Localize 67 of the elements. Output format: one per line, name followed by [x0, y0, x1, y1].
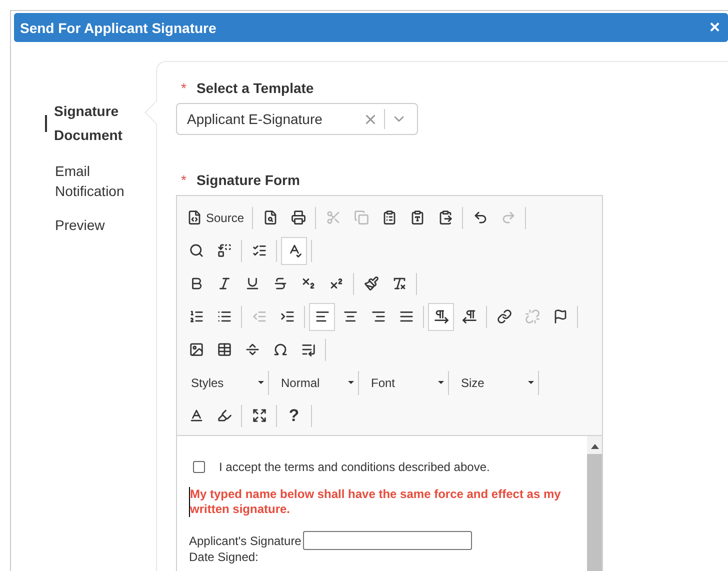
format-dropdown[interactable]: Normal	[273, 370, 359, 394]
superscript-icon	[328, 276, 344, 291]
template-select[interactable]: Applicant E-Signature	[176, 103, 418, 135]
step-tab[interactable]: Email Notification	[14, 161, 144, 201]
align-justify-icon	[398, 309, 414, 324]
replace-icon	[216, 243, 232, 258]
help-button[interactable]: ?	[281, 402, 307, 430]
step-tab[interactable]: Preview	[14, 215, 144, 235]
close-button[interactable]: ×	[709, 17, 720, 38]
source-button[interactable]: Source	[183, 204, 248, 232]
paste-text-icon	[410, 210, 425, 225]
image-icon	[188, 342, 204, 357]
expand-icon	[252, 408, 266, 423]
pilcrow-right-icon	[434, 309, 448, 324]
paintbrush-icon	[364, 276, 378, 291]
unlink-icon	[524, 309, 540, 324]
print-icon	[290, 210, 306, 225]
link-icon	[496, 309, 512, 324]
notice-text: My typed name below shall have the same force and effect as my written signature.	[189, 487, 575, 517]
format-dropdown[interactable]: Font	[363, 370, 449, 394]
pilcrow-left-icon	[462, 309, 476, 324]
highlight-icon	[216, 408, 232, 423]
text-color-icon	[188, 408, 204, 423]
copy-icon	[354, 210, 369, 225]
required-mark: *	[181, 172, 186, 188]
indent-icon	[280, 309, 294, 324]
active-indicator	[45, 115, 47, 132]
terms-checkbox[interactable]	[193, 461, 205, 473]
select-all-icon	[252, 243, 266, 258]
list-indent-icon	[300, 342, 316, 357]
pilcrow-right-button[interactable]	[428, 302, 454, 330]
omega-icon	[272, 342, 288, 357]
strikethrough-icon	[272, 276, 288, 291]
format-dropdown[interactable]: Styles	[183, 370, 269, 394]
dialog-title: Send For Applicant Signature	[20, 20, 216, 36]
numbered-list-icon	[188, 309, 204, 324]
preview-icon	[262, 210, 278, 225]
date-label: Date Signed:	[189, 550, 258, 564]
table-icon	[216, 342, 232, 357]
bullet-list-icon	[216, 309, 232, 324]
redo-icon	[500, 210, 516, 225]
italic-icon	[216, 276, 232, 291]
field-label: Signature Form	[196, 172, 300, 188]
required-mark: *	[181, 80, 186, 96]
terms-label: I accept the terms and conditions described above.	[219, 460, 490, 474]
subscript-icon	[300, 276, 316, 291]
outdent-icon	[252, 309, 266, 324]
align-left-icon	[314, 309, 330, 324]
underline-icon	[244, 276, 260, 291]
paste-word-icon	[438, 210, 453, 225]
step-tab[interactable]: Signature Document	[14, 99, 144, 147]
field-label: Select a Template	[196, 80, 314, 96]
paste-icon	[382, 210, 397, 225]
undo-icon	[472, 210, 488, 225]
search-icon	[188, 243, 204, 258]
signature-label: Applicant's Signature	[189, 534, 302, 548]
spellcheck-button[interactable]	[281, 236, 307, 264]
align-left-button[interactable]	[309, 302, 335, 330]
signature-input[interactable]	[303, 531, 472, 550]
source-icon	[187, 210, 202, 225]
format-dropdown[interactable]: Size	[453, 370, 539, 394]
horizontal-line-icon	[244, 342, 260, 357]
cut-icon	[326, 210, 341, 225]
clear-format-icon	[392, 276, 406, 291]
align-right-icon	[370, 309, 386, 324]
flag-icon	[552, 309, 568, 324]
align-center-icon	[342, 309, 358, 324]
